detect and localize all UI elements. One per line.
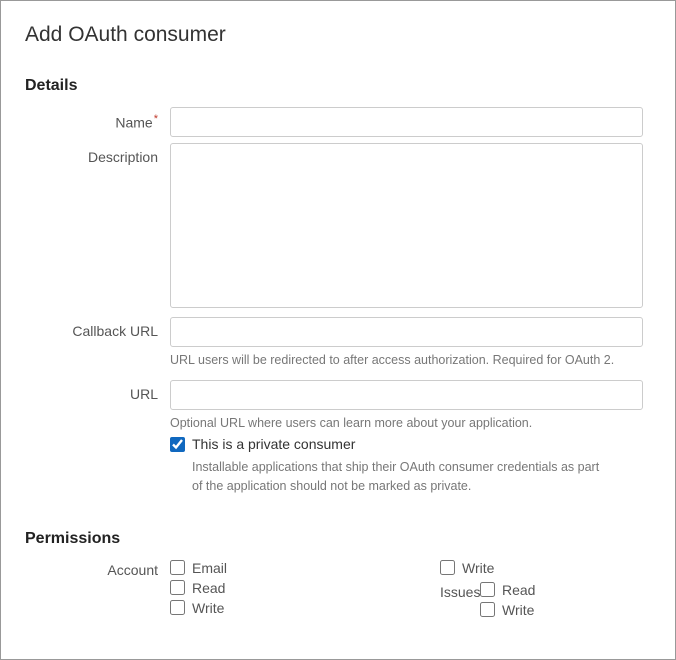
name-input[interactable]: [170, 107, 643, 137]
perm-account-read: Read: [170, 580, 440, 596]
row-name: Name*: [25, 107, 651, 137]
private-label: This is a private consumer: [192, 436, 355, 452]
section-permissions-title: Permissions: [25, 530, 651, 548]
perm-account-email-label: Email: [192, 560, 227, 576]
row-private: This is a private consumer: [170, 436, 643, 452]
label-url: URL: [25, 380, 170, 402]
perm-right-write: Write: [440, 560, 651, 576]
label-issues: Issues: [440, 582, 480, 600]
perm-issues-write-label: Write: [502, 602, 534, 618]
perm-right-write-checkbox[interactable]: [440, 560, 455, 575]
callback-input[interactable]: [170, 317, 643, 347]
account-options: Email Read Write: [170, 560, 440, 622]
perm-account-write: Write: [170, 600, 440, 616]
page-title: Add OAuth consumer: [25, 23, 651, 47]
perm-account-read-checkbox[interactable]: [170, 580, 185, 595]
private-help: Installable applications that ship their…: [192, 458, 643, 496]
label-callback: Callback URL: [25, 317, 170, 339]
perm-account-write-label: Write: [192, 600, 224, 616]
section-permissions: Permissions Account Email Read Write: [25, 530, 651, 622]
form-container: Add OAuth consumer Details Name* Descrip…: [0, 0, 676, 660]
row-url: URL Optional URL where users can learn m…: [25, 380, 651, 496]
label-account: Account: [25, 560, 170, 578]
url-help: Optional URL where users can learn more …: [170, 415, 643, 433]
description-textarea[interactable]: [170, 143, 643, 308]
row-callback: Callback URL URL users will be redirecte…: [25, 317, 651, 374]
perm-account-read-label: Read: [192, 580, 225, 596]
url-input[interactable]: [170, 380, 643, 410]
perm-issues-read-checkbox[interactable]: [480, 582, 495, 597]
perm-issues-read: Read: [480, 582, 535, 598]
row-issues: Issues Read Write: [440, 582, 651, 622]
label-name: Name*: [25, 107, 170, 131]
perm-issues-read-label: Read: [502, 582, 535, 598]
right-perm-column: Write Issues Read Write: [440, 560, 651, 622]
perm-issues-write: Write: [480, 602, 535, 618]
private-checkbox[interactable]: [170, 437, 185, 452]
perm-right-write-label: Write: [462, 560, 494, 576]
section-details-title: Details: [25, 77, 651, 95]
label-description: Description: [25, 143, 170, 165]
callback-help: URL users will be redirected to after ac…: [170, 352, 643, 370]
perm-account-write-checkbox[interactable]: [170, 600, 185, 615]
row-description: Description: [25, 143, 651, 311]
perm-issues-write-checkbox[interactable]: [480, 602, 495, 617]
perm-account-email: Email: [170, 560, 440, 576]
perm-account-email-checkbox[interactable]: [170, 560, 185, 575]
